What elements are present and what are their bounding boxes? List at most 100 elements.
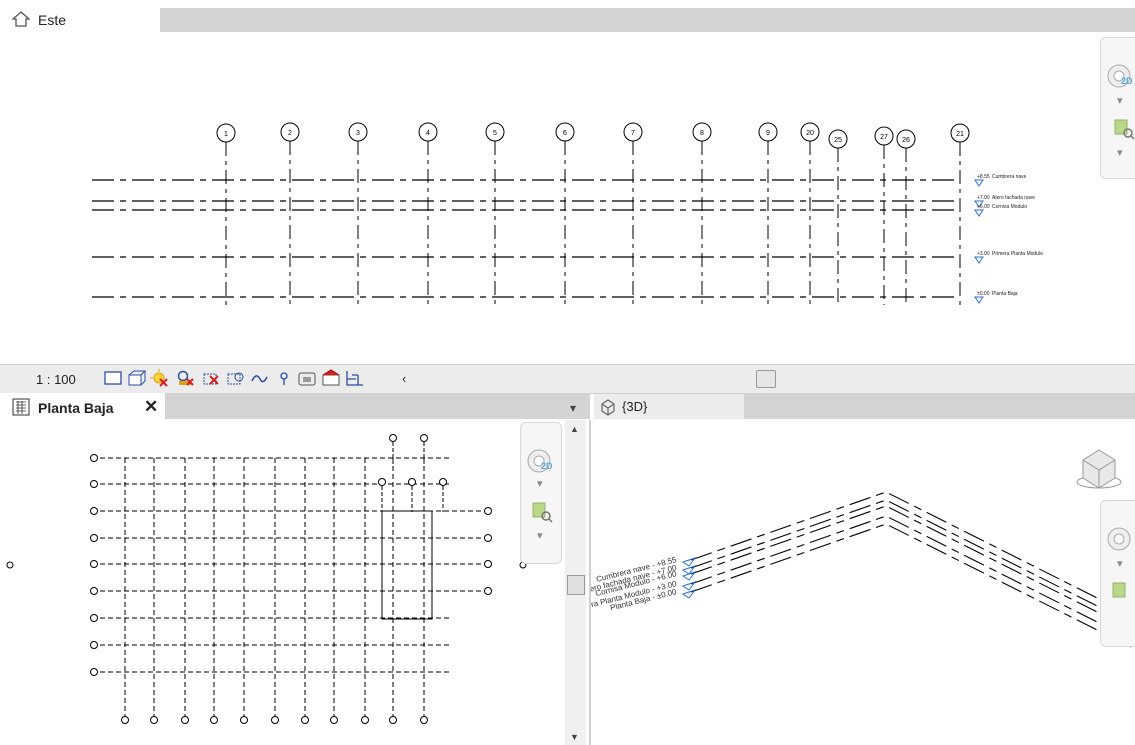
tab-menu-icon[interactable]: ▾ [570, 401, 576, 415]
3d-zoom-region-icon[interactable] [1111, 581, 1133, 608]
grid-label: 3 [356, 130, 360, 137]
view-scale[interactable]: 1 : 100 [36, 372, 76, 387]
plan-grid-bubble [90, 507, 98, 515]
elevation-tab-strip [160, 8, 1135, 32]
grid-label: 1 [224, 131, 228, 138]
grid-label: 26 [902, 137, 910, 144]
zoom-region-icon[interactable] [1113, 118, 1135, 145]
plan-grid-bubble [484, 507, 492, 515]
plan-grid-bubble [90, 641, 98, 649]
plan-grid-bubble [90, 587, 98, 595]
grid-label: 4 [426, 130, 430, 137]
plan-tab-strip [165, 394, 590, 419]
plan-grid-bubble [90, 454, 98, 462]
plan-dropdown-arrow-icon-2[interactable]: ▾ [537, 529, 543, 542]
vertical-scroll-thumb[interactable] [567, 575, 585, 595]
plan-drawing[interactable] [0, 420, 565, 745]
plan-dropdown-arrow-icon[interactable]: ▾ [537, 477, 543, 490]
shadows-icon [177, 370, 194, 386]
plan-grid-bubble [90, 668, 98, 676]
horizontal-scroll-thumb[interactable] [756, 370, 776, 388]
level-name: Primera Planta Modulo [992, 251, 1043, 257]
elevation-view-title: Este [38, 12, 67, 28]
plan-grid-bubble [484, 587, 492, 595]
plan-grid-bubble [389, 434, 397, 442]
plan-grid-bubble [420, 434, 428, 442]
visual-style-icon [128, 370, 147, 386]
plan-grid-bubble [90, 480, 98, 488]
3d-level-line [690, 499, 1132, 624]
3d-level-line [690, 491, 1132, 616]
steering-wheel-icon[interactable]: 2D [1105, 62, 1135, 92]
grid-label: 8 [700, 130, 704, 137]
scroll-up-arrow-icon[interactable]: ▲ [570, 424, 579, 434]
section-marker-icon [6, 561, 14, 569]
grid-label: 7 [631, 130, 635, 137]
plan-wheel-2d-label: 2D [541, 461, 553, 471]
plan-grid-bubble [330, 716, 338, 724]
3d-steering-wheel-icon[interactable] [1105, 525, 1135, 555]
level-elevation: +3.00 [977, 251, 990, 257]
plan-grid-bubble [301, 716, 309, 724]
plan-grid-bubble [439, 478, 447, 486]
grid-label: 5 [493, 130, 497, 137]
plan-grid-bubble [210, 716, 218, 724]
grid-label: 27 [880, 134, 888, 141]
level-marker-icon [974, 256, 984, 264]
scroll-down-arrow-icon[interactable]: ▼ [570, 732, 579, 742]
dropdown-arrow-icon-2[interactable]: ▾ [1117, 146, 1123, 159]
plan-grid-bubble [240, 716, 248, 724]
reveal-hidden-icon [298, 372, 316, 386]
close-icon[interactable]: ✕ [144, 397, 158, 417]
worksharing-icon [322, 369, 340, 386]
plan-grid-bubble [90, 614, 98, 622]
3d-view-icon [599, 398, 617, 421]
3d-view-tab[interactable] [594, 394, 744, 419]
plan-grid-bubble [150, 716, 158, 724]
grid-label: 9 [766, 130, 770, 137]
3d-level-line [690, 505, 1132, 630]
plan-zoom-region-icon[interactable] [531, 501, 553, 528]
3d-navigation-bar[interactable]: ▾ [1100, 500, 1135, 647]
plan-grid-bubble [90, 534, 98, 542]
level-marker-icon [974, 179, 984, 187]
plan-navigation-bar[interactable]: 2D ▾ ▾ [520, 422, 562, 564]
dropdown-arrow-icon[interactable]: ▾ [1117, 94, 1123, 107]
elevation-grid-lines: 1 2 3 4 5 6 7 8 9 20 25 27 26 21 [216, 122, 970, 305]
scroll-left-arrow-icon[interactable]: ‹ [402, 371, 406, 386]
plan-grid-bubble [121, 716, 129, 724]
grid-label: 20 [806, 130, 814, 137]
level-name: Alero fachada nave [992, 195, 1035, 201]
3d-dropdown-arrow-icon[interactable]: ▾ [1117, 557, 1123, 570]
floor-plan-icon [12, 398, 30, 421]
level-elevation: ±0.00 [977, 291, 990, 297]
plan-steering-wheel-icon[interactable]: 2D [525, 447, 555, 477]
sun-path-icon [150, 369, 168, 387]
elevation-tab[interactable] [0, 0, 160, 35]
elevation-drawing[interactable]: 1 2 3 4 5 6 7 8 9 20 25 27 26 21 +8.55 Cumbrera nave +7… [0, 35, 1135, 363]
level-name: Planta Baja [992, 291, 1018, 297]
level-elevation: +7.00 [977, 195, 990, 201]
level-elevation: +8.55 [977, 174, 990, 180]
show-crop-icon [227, 372, 244, 385]
level-elevation: +6.00 [977, 204, 990, 210]
plan-grid-bubble [378, 478, 386, 486]
wheel-2d-label: 2D [1121, 76, 1133, 86]
plan-grid-bubble [408, 478, 416, 486]
3d-level-line [690, 515, 1132, 640]
unlock-3d-icon [251, 375, 268, 383]
level-name: Cornisa Modulo [992, 204, 1027, 210]
3d-drawing[interactable]: Cumbrera nave - +8.55Alero fachada nave … [591, 420, 1135, 745]
view-cube-icon [1076, 449, 1122, 489]
crop-view-icon [203, 373, 219, 385]
home-icon [11, 11, 31, 32]
3d-view-title: {3D} [622, 399, 648, 414]
view-control-bar: 1 : 100 ‹ [0, 364, 1135, 394]
plan-grid-bubble [181, 716, 189, 724]
plan-grid-lines [6, 434, 527, 724]
level-marker-icon [974, 296, 984, 304]
navigation-bar[interactable]: 2D ▾ ▾ [1100, 37, 1135, 179]
level-marker-icon [974, 209, 984, 217]
plan-grid-bubble [361, 716, 369, 724]
analytical-model-icon [346, 371, 363, 386]
